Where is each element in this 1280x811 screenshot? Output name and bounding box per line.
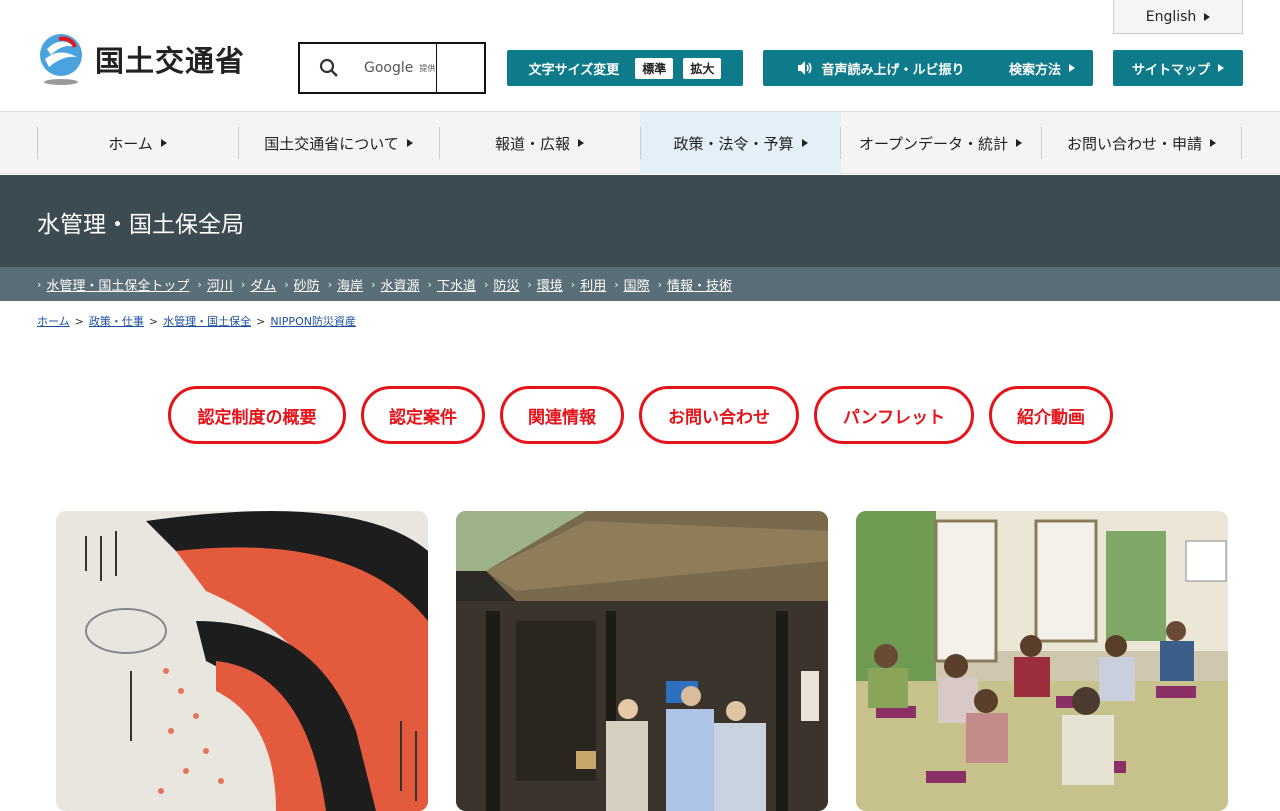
chevron-right-icon: › (37, 277, 42, 291)
chevron-right-icon: › (483, 277, 489, 291)
subnav-item[interactable]: › 砂防 (284, 275, 319, 294)
gnav-item-about[interactable]: 国土交通省について (238, 112, 439, 174)
chevron-right-icon: › (371, 277, 376, 291)
arrow-right-icon (1204, 12, 1211, 21)
search-method-label: 検索方法 (1008, 62, 1061, 78)
subnav-item[interactable]: › 防災 (484, 275, 519, 294)
photo-disaster-record[interactable] (56, 511, 428, 811)
sitemap-button[interactable]: サイトマップ (1113, 50, 1243, 86)
gnav-separator (840, 127, 841, 159)
chevron-right-icon: › (284, 277, 289, 291)
font-size-label: 文字サイズ変更 (528, 62, 620, 78)
arrow-right-icon (1210, 139, 1216, 147)
search-icon[interactable] (318, 57, 340, 79)
gnav-item-press[interactable]: 報道・広報 (439, 112, 640, 174)
voice-ruby-label: 音声読み上げ・ルビ振り (821, 62, 965, 78)
photo-old-house-visit[interactable] (456, 511, 828, 811)
chevron-right-icon: › (197, 277, 202, 291)
pill-video-button[interactable]: 紹介動画 (989, 386, 1113, 444)
gnav-label: 政策・法令・予算 (673, 134, 794, 153)
breadcrumb-separator: > (74, 314, 84, 328)
chevron-right-icon: › (527, 277, 532, 291)
site-search[interactable]: Google 提供 (298, 42, 486, 94)
bureau-banner: 水管理・国土保全局 (0, 175, 1280, 267)
gnav-label: 報道・広報 (494, 134, 570, 153)
gnav-label: 国土交通省について (264, 134, 399, 153)
pill-certified-button[interactable]: 認定案件 (361, 386, 485, 444)
pill-related-button[interactable]: 関連情報 (500, 386, 624, 444)
arrow-right-icon (406, 139, 413, 147)
subnav-item[interactable]: › ダム (241, 275, 276, 294)
gnav-item-opendata[interactable]: オープンデータ・統計 (840, 112, 1041, 174)
arrow-right-icon (1069, 64, 1075, 72)
subnav-item[interactable]: › 国際 (614, 275, 649, 294)
gnav-item-policy[interactable]: 政策・法令・予算 (640, 112, 841, 174)
gnav-separator (1041, 127, 1042, 159)
search-provider-label: Google (364, 60, 414, 76)
voice-ruby-button[interactable]: 音声読み上げ・ルビ振り (763, 50, 999, 86)
font-size-standard-button[interactable]: 標準 (635, 57, 674, 79)
gnav-separator (1241, 127, 1242, 159)
subnav-item[interactable]: › 水管理・国土保全トップ (37, 275, 189, 294)
subnav-item[interactable]: › 環境 (527, 275, 562, 294)
search-provided-label: 提供 (419, 63, 436, 73)
arrow-right-icon (1218, 64, 1224, 72)
breadcrumb-separator: > (256, 314, 266, 328)
bureau-subnav: › 水管理・国土保全トップ › 河川 › ダム › 砂防 › 海岸 › 水資源 › 下水道 ›… (0, 267, 1280, 301)
chevron-right-icon: › (570, 277, 576, 291)
photo-community-gathering[interactable] (856, 511, 1228, 811)
breadcrumb-link[interactable]: 水管理・国土保全 (163, 313, 251, 329)
chevron-right-icon: › (427, 277, 432, 291)
global-nav: ホーム 国土交通省について 報道・広報 政策・法令・予算 オープンデータ・統計 … (0, 112, 1280, 174)
subnav-item[interactable]: › 水資源 (371, 275, 419, 294)
breadcrumb-separator: > (148, 314, 159, 328)
pill-pamphlet-button[interactable]: パンフレット (814, 386, 974, 444)
logo-text: 国土交通省 (95, 44, 246, 78)
subnav-item[interactable]: › 利用 (571, 275, 606, 294)
english-label: English (1145, 8, 1197, 25)
breadcrumb-link[interactable]: ホーム (37, 313, 70, 329)
chevron-right-icon: › (240, 277, 246, 291)
search-method-button[interactable]: 検索方法 (991, 50, 1093, 86)
sitemap-label: サイトマップ (1131, 62, 1210, 78)
subnav-item[interactable]: › 海岸 (328, 275, 363, 294)
subnav-item[interactable]: › 下水道 (428, 275, 476, 294)
subnav-item[interactable]: › 河川 (197, 275, 232, 294)
section-nav: 認定制度の概要 認定案件 関連情報 お問い合わせ パンフレット 紹介動画 (0, 386, 1280, 446)
breadcrumb: ホーム > 政策・仕事 > 水管理・国土保全 > NIPPON防災資産 (37, 313, 356, 329)
gnav-separator (640, 127, 641, 159)
font-size-large-button[interactable]: 拡大 (683, 57, 722, 79)
gnav-separator (238, 127, 239, 159)
pill-overview-button[interactable]: 認定制度の概要 (168, 386, 346, 444)
mlit-logo[interactable]: 国土交通省 (37, 33, 245, 85)
arrow-right-icon (801, 139, 808, 147)
pill-contact-button[interactable]: お問い合わせ (639, 386, 799, 444)
breadcrumb-link[interactable]: NIPPON防災資産 (270, 313, 356, 329)
gnav-label: オープンデータ・統計 (858, 134, 1009, 153)
logo-mark-icon (37, 33, 85, 85)
subnav-item[interactable]: › 情報・技術 (658, 275, 732, 294)
search-divider (436, 44, 437, 92)
gnav-label: お問い合わせ・申請 (1066, 134, 1202, 153)
english-button[interactable]: English (1113, 0, 1243, 34)
font-size-control: 文字サイズ変更 標準 拡大 (507, 50, 743, 86)
gnav-item-contact[interactable]: お問い合わせ・申請 (1041, 112, 1242, 174)
site-header: 国土交通省 Google 提供 English 文字サイズ変更 標準 拡大 音声… (0, 0, 1280, 112)
arrow-right-icon (578, 139, 584, 147)
gnav-item-home[interactable]: ホーム (37, 112, 238, 174)
chevron-right-icon: › (614, 277, 619, 291)
arrow-right-icon (1016, 139, 1023, 147)
bureau-title: 水管理・国土保全局 (37, 212, 244, 238)
arrow-right-icon (160, 139, 167, 147)
chevron-right-icon: › (657, 277, 663, 291)
speaker-icon (797, 60, 813, 76)
breadcrumb-link[interactable]: 政策・仕事 (89, 313, 144, 329)
chevron-right-icon: › (327, 277, 333, 291)
gnav-separator (37, 127, 38, 159)
gnav-separator (439, 127, 440, 159)
gnav-label: ホーム (108, 134, 153, 153)
